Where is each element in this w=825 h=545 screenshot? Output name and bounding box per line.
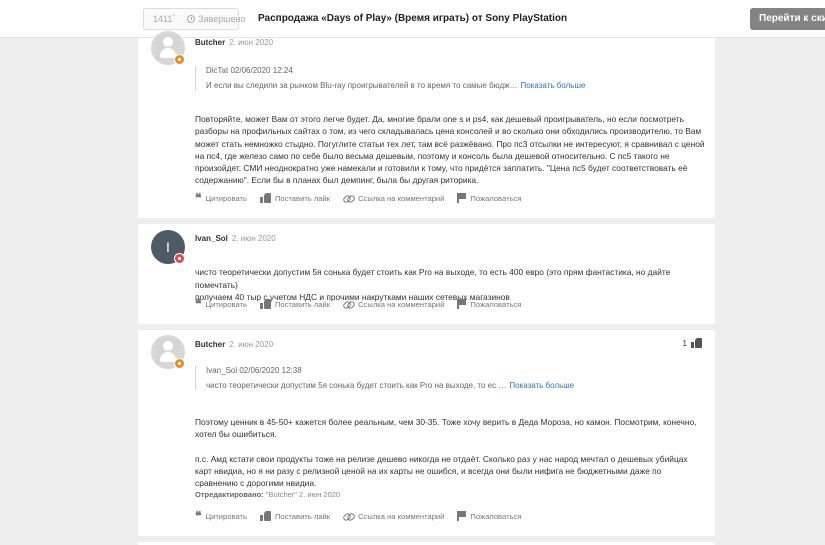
comment-paragraph: чисто теоретически допустим 5я сонька бу…: [195, 267, 671, 302]
quote-text: И если вы следили за рынком Blu-ray прои…: [206, 81, 518, 90]
show-more-link[interactable]: Показать больше: [509, 381, 574, 390]
link-icon: [343, 193, 354, 203]
edited-note: Отредактировано: "Butcher" 2. июн 2020: [195, 490, 341, 499]
like-button[interactable]: Поставить лайк: [259, 511, 330, 521]
comment-date: 2. июн 2020: [229, 38, 274, 47]
thumbs-up-icon: [691, 338, 703, 349]
author-name[interactable]: Butcher: [195, 38, 225, 47]
avatar[interactable]: I: [151, 230, 185, 264]
vote-number: 1: [682, 339, 687, 348]
report-button[interactable]: Пожаловаться: [457, 511, 521, 521]
quote-icon: ❝: [195, 297, 202, 311]
thumbs-up-icon: [259, 511, 271, 521]
comment-paragraph: Повторяйте, может Вам от этого легче буд…: [195, 114, 705, 186]
flag-icon: [457, 193, 466, 203]
like-button[interactable]: Поставить лайк: [259, 193, 330, 203]
comment-author: Butcher 2. июн 2020: [195, 340, 273, 349]
default-avatar-icon: [160, 341, 176, 363]
comment-actions: ❝ Цитировать Поставить лайк Ссылка на ком…: [195, 297, 534, 311]
link-icon: [343, 511, 354, 521]
comment-link-button[interactable]: Ссылка на комментарий: [343, 193, 444, 203]
comment-body: Поэтому ценник в 45-50+ кажется более ре…: [195, 416, 705, 489]
report-button[interactable]: Пожаловаться: [457, 299, 521, 309]
comment-link-button[interactable]: Ссылка на комментарий: [343, 299, 444, 309]
comment: Butcher 2. июн 2020 DicTat 02/06/2020 12:…: [138, 31, 715, 218]
comment-actions: ❝ Цитировать Поставить лайк Ссылка на ком…: [195, 191, 534, 205]
thumbs-up-icon: [259, 193, 271, 203]
link-icon: [343, 299, 354, 309]
rating-badge: 1411° Завершено: [143, 8, 246, 30]
comment-date: 2. июн 2020: [231, 234, 276, 243]
quote-icon: ❝: [195, 191, 202, 205]
comment-author: Butcher 2. июн 2020: [195, 38, 273, 47]
author-name[interactable]: Ivan_Sol: [195, 234, 228, 243]
page-title: Распродажа «Days of Play» (Время играть)…: [258, 13, 568, 24]
vote-count[interactable]: 1: [683, 338, 703, 349]
thumbs-up-icon: [259, 299, 271, 309]
avatar[interactable]: [151, 335, 185, 369]
comment-paragraph: Поэтому ценник в 45-50+ кажется более ре…: [195, 417, 697, 440]
top-bar: 1411° Завершено Распродажа «Days of Play…: [0, 0, 825, 38]
comment-author: Ivan_Sol 2. июн 2020: [195, 234, 276, 243]
comment-date: 2. июн 2020: [229, 340, 274, 349]
quote-meta: Ivan_Sol 02/06/2020 12:38: [206, 366, 302, 375]
quote-button[interactable]: ❝ Цитировать: [195, 191, 247, 205]
quoted-comment: Ivan_Sol 02/06/2020 12:38 чисто теоретич…: [195, 366, 700, 390]
avatar[interactable]: [151, 31, 185, 65]
rating-value: 1411°: [153, 14, 176, 24]
author-name[interactable]: Butcher: [195, 340, 225, 349]
comment: I Ivan_Sol 2. июн 2020 чисто теоретически…: [138, 224, 715, 324]
comment-paragraph: п.с. Амд кстати свои продукты тоже на ре…: [195, 453, 688, 489]
quote-button[interactable]: ❝ Цитировать: [195, 509, 247, 523]
comments-list: Butcher 2. июн 2020 DicTat 02/06/2020 12:…: [138, 31, 715, 545]
report-button[interactable]: Пожаловаться: [457, 193, 521, 203]
user-level-badge-icon: [174, 253, 185, 264]
comment-link-button[interactable]: Ссылка на комментарий: [343, 511, 444, 521]
user-level-badge-icon: [174, 54, 185, 65]
status-label: Завершено: [187, 14, 246, 24]
flag-icon: [457, 299, 466, 309]
comment-body: Повторяйте, может Вам от этого легче буд…: [195, 113, 705, 187]
user-level-badge-icon: [174, 358, 185, 369]
clock-icon: [187, 15, 196, 23]
quoted-comment: DicTat 02/06/2020 12:24 И если вы следил…: [195, 66, 700, 90]
quote-icon: ❝: [195, 509, 202, 523]
quote-meta: DicTat 02/06/2020 12:24: [206, 66, 293, 75]
quote-text: чисто теоретически допустим 5я сонька бу…: [206, 381, 507, 390]
flag-icon: [457, 511, 466, 521]
default-avatar-icon: [160, 37, 176, 59]
avatar-letter: I: [166, 239, 170, 255]
like-button[interactable]: Поставить лайк: [259, 299, 330, 309]
comment-actions: ❝ Цитировать Поставить лайк Ссылка на ком…: [195, 509, 534, 523]
comment: Butcher 2. июн 2020 1 Ivan_Sol 02/06/2020…: [138, 330, 715, 536]
show-more-link[interactable]: Показать больше: [521, 81, 586, 90]
divider: [138, 536, 715, 542]
go-to-deal-button[interactable]: Перейти к скидке: [750, 8, 825, 30]
quote-button[interactable]: ❝ Цитировать: [195, 297, 247, 311]
